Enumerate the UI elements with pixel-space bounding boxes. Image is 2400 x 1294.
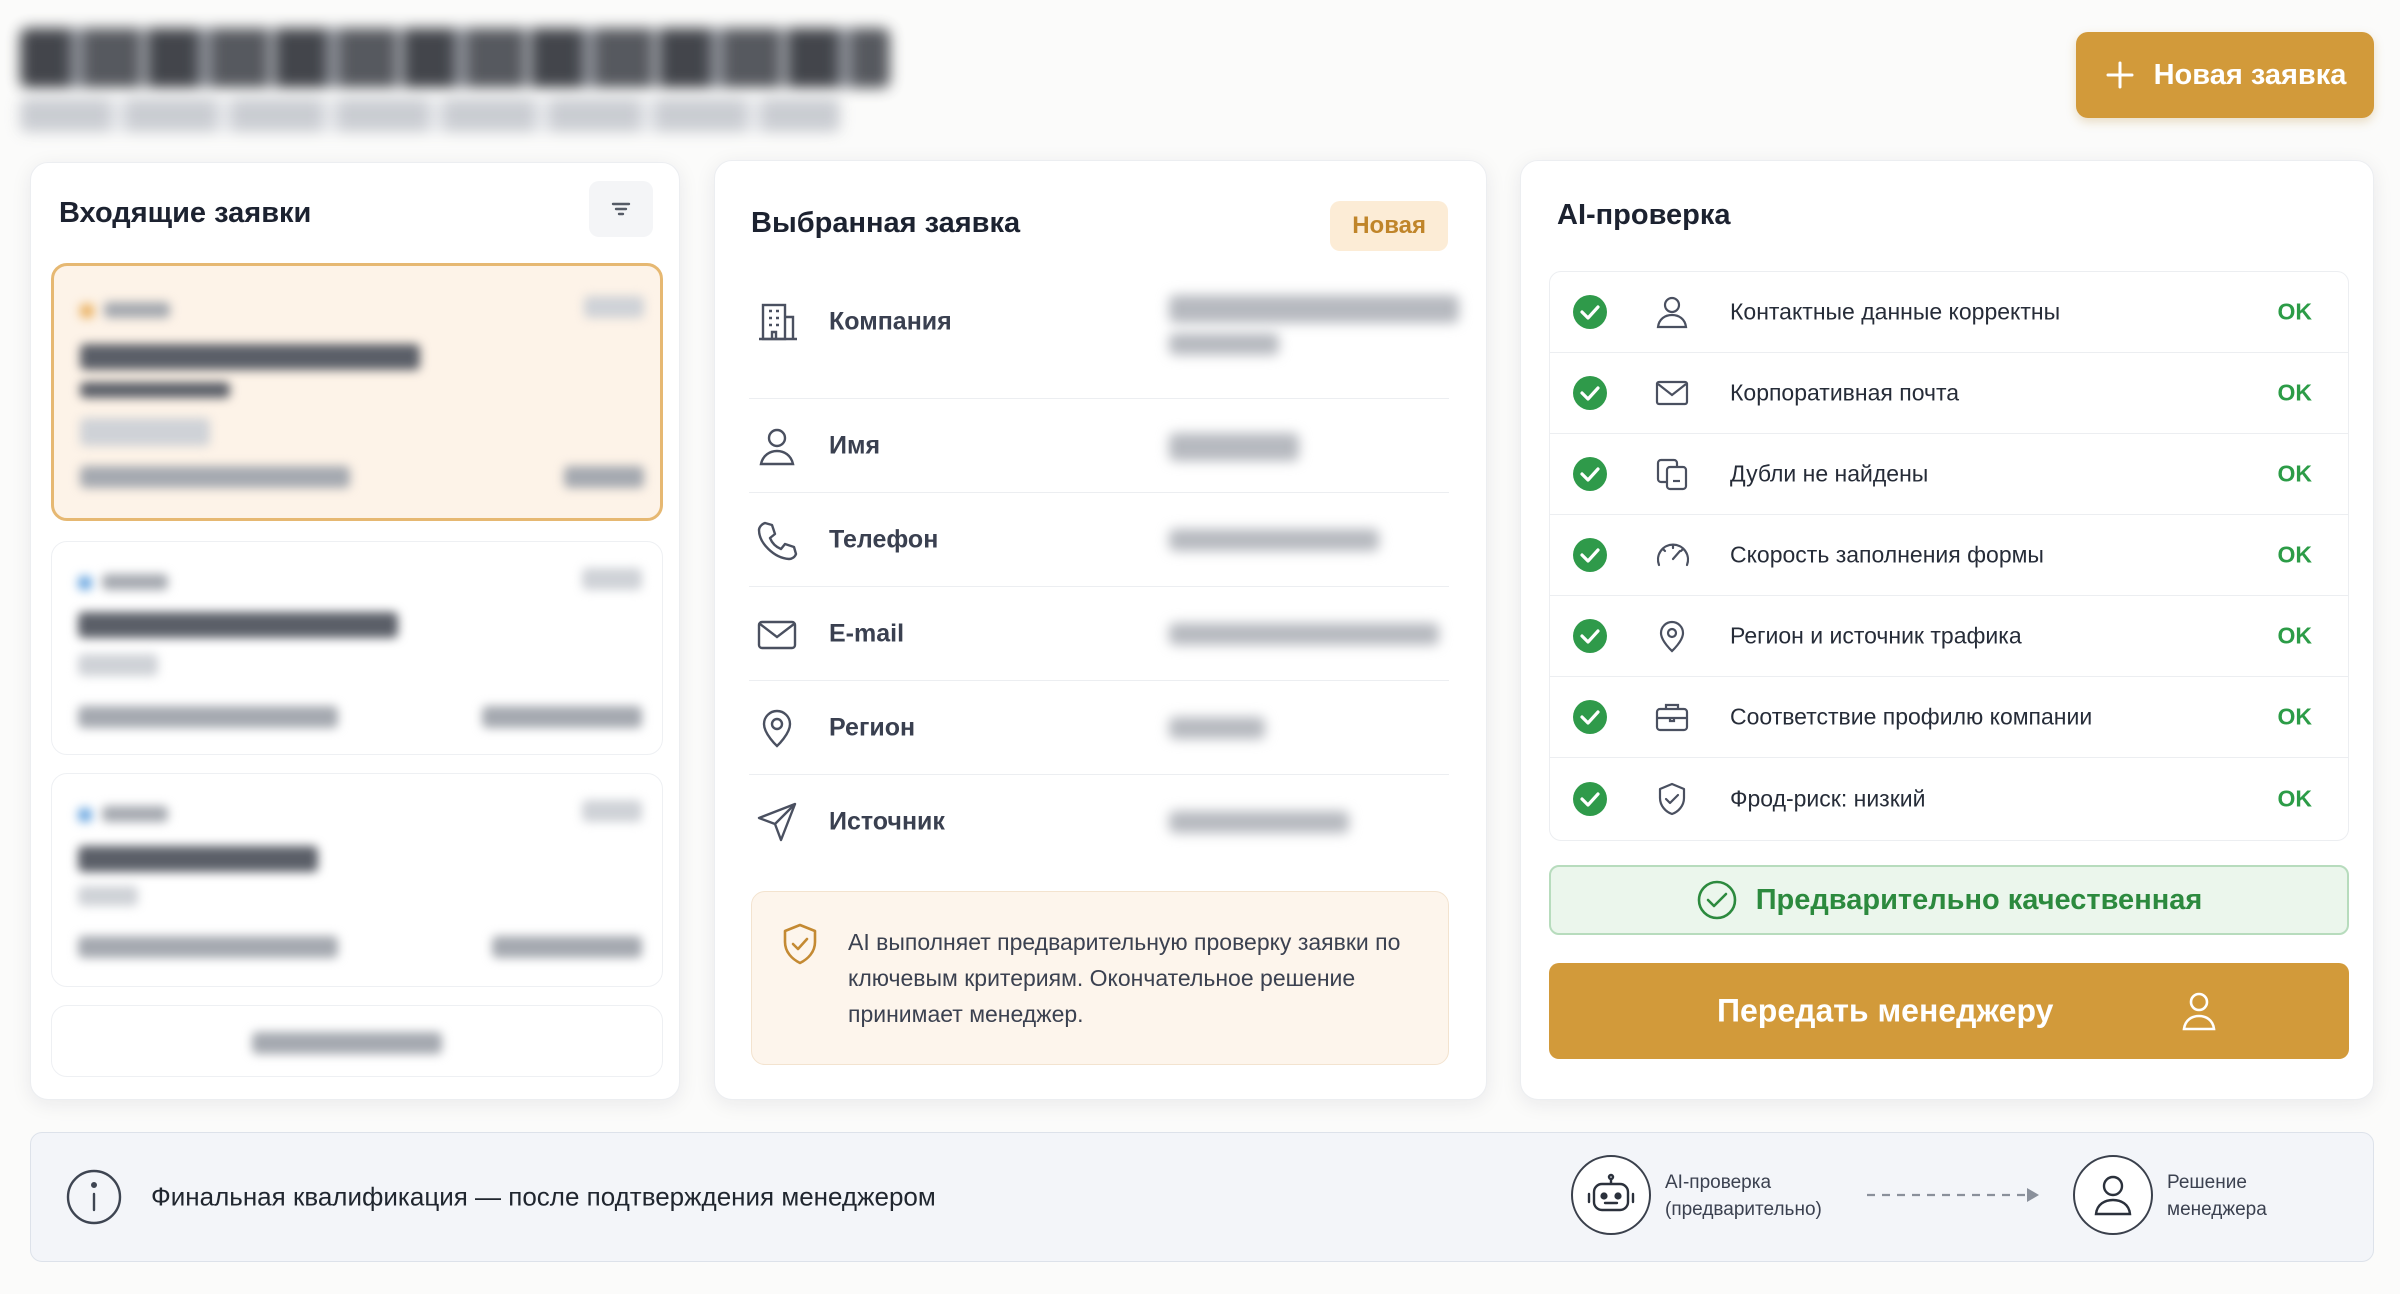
step-manager-label: Решение менеджера — [2167, 1172, 2267, 1220]
user-icon — [1654, 294, 1690, 330]
location-pin-icon — [1654, 618, 1690, 654]
field-label: Телефон — [829, 525, 939, 553]
copy-icon — [1654, 456, 1690, 492]
arrow-right-icon — [1865, 1183, 2045, 1207]
check-label: Скорость заполнения формы — [1730, 541, 2044, 568]
ai-check-panel: AI-проверка Контактные данные корректны … — [1520, 160, 2374, 1100]
user-icon — [2179, 989, 2219, 1033]
qualification-info-bar: Финальная квалификация — после подтвержд… — [30, 1132, 2374, 1262]
field-label: E-mail — [829, 619, 905, 647]
list-item[interactable] — [51, 773, 663, 987]
info-icon — [65, 1168, 123, 1226]
field-label: Имя — [829, 431, 881, 459]
check-status: OK — [2277, 379, 2313, 406]
phone-icon — [755, 518, 799, 562]
user-icon — [755, 424, 799, 468]
mail-icon — [755, 612, 799, 656]
filter-icon — [609, 197, 633, 221]
list-item[interactable] — [51, 541, 663, 755]
page-subtitle-redacted — [20, 98, 840, 132]
field-email: E-mail — [749, 587, 1449, 681]
step-ai-label: AI-проверка (предварительно) — [1665, 1172, 1822, 1220]
selected-request-panel: Выбранная заявка Новая Компания Имя Теле… — [714, 160, 1487, 1100]
new-request-label: Новая заявка — [2153, 58, 2347, 91]
field-label: Регион — [829, 713, 916, 741]
user-icon — [2073, 1155, 2153, 1235]
qualification-message: Финальная квалификация — после подтвержд… — [151, 1181, 936, 1212]
check-label: Регион и источник трафика — [1730, 622, 2022, 649]
check-row: Фрод-риск: низкий OK — [1550, 758, 2348, 839]
field-name: Имя — [749, 399, 1449, 493]
check-status: OK — [2277, 541, 2313, 568]
check-circle-icon — [1572, 781, 1608, 817]
field-region: Регион — [749, 681, 1449, 775]
robot-icon — [1571, 1155, 1651, 1235]
speedometer-icon — [1654, 537, 1692, 573]
check-circle-icon — [1572, 375, 1608, 411]
status-badge: Новая — [1330, 201, 1448, 251]
filter-button[interactable] — [589, 181, 653, 237]
handoff-label: Передать менеджеру — [1717, 992, 2054, 1029]
show-more-button[interactable] — [51, 1005, 663, 1077]
check-circle-icon — [1572, 537, 1608, 573]
field-company: Компания — [749, 245, 1459, 399]
check-row: Корпоративная почта OK — [1550, 353, 2348, 434]
selected-title: Выбранная заявка — [751, 207, 1021, 239]
ai-check-title: AI-проверка — [1557, 199, 1731, 231]
check-row: Скорость заполнения формы OK — [1550, 515, 2348, 596]
field-source: Источник — [749, 775, 1449, 869]
check-status: OK — [2277, 622, 2313, 649]
list-item[interactable] — [51, 263, 663, 521]
check-status: OK — [2277, 298, 2313, 325]
incoming-title: Входящие заявки — [59, 197, 312, 229]
check-row: Соответствие профилю компании OK — [1550, 677, 2348, 758]
quality-status-banner: Предварительно качественная — [1549, 865, 2349, 935]
briefcase-icon — [1654, 699, 1690, 735]
check-row: Контактные данные корректны OK — [1550, 272, 2348, 353]
location-pin-icon — [755, 706, 799, 750]
check-status: OK — [2277, 460, 2313, 487]
quality-label: Предварительно качественная — [1755, 883, 2203, 916]
shield-check-icon — [1654, 781, 1690, 817]
check-circle-icon — [1572, 618, 1608, 654]
plus-icon — [2104, 59, 2136, 91]
check-row: Регион и источник трафика OK — [1550, 596, 2348, 677]
mail-icon — [1654, 375, 1690, 411]
check-label: Соответствие профилю компании — [1730, 703, 2093, 730]
ai-note-text: AI выполняет предварительную проверку за… — [848, 929, 1401, 1027]
shield-check-icon — [780, 922, 820, 966]
check-status: OK — [2277, 703, 2313, 730]
new-request-button[interactable]: Новая заявка — [2076, 32, 2374, 118]
check-status: OK — [2277, 785, 2313, 811]
ai-note: AI выполняет предварительную проверку за… — [751, 891, 1449, 1065]
handoff-to-manager-button[interactable]: Передать менеджеру — [1549, 963, 2349, 1059]
check-circle-outline-icon — [1696, 879, 1738, 921]
check-label: Корпоративная почта — [1730, 379, 1960, 406]
building-icon — [755, 299, 801, 345]
field-phone: Телефон — [749, 493, 1449, 587]
check-list: Контактные данные корректны OK Корпорати… — [1549, 271, 2349, 841]
check-circle-icon — [1572, 699, 1608, 735]
check-circle-icon — [1572, 456, 1608, 492]
page-title-redacted — [20, 28, 890, 88]
check-label: Дубли не найдены — [1730, 460, 1929, 487]
check-row: Дубли не найдены OK — [1550, 434, 2348, 515]
check-label: Фрод-риск: низкий — [1730, 785, 1926, 811]
field-label: Источник — [829, 807, 945, 836]
send-icon — [755, 800, 799, 844]
field-label: Компания — [829, 307, 952, 335]
check-label: Контактные данные корректны — [1730, 298, 2061, 325]
check-circle-icon — [1572, 294, 1608, 330]
incoming-requests-panel: Входящие заявки — [30, 162, 680, 1100]
